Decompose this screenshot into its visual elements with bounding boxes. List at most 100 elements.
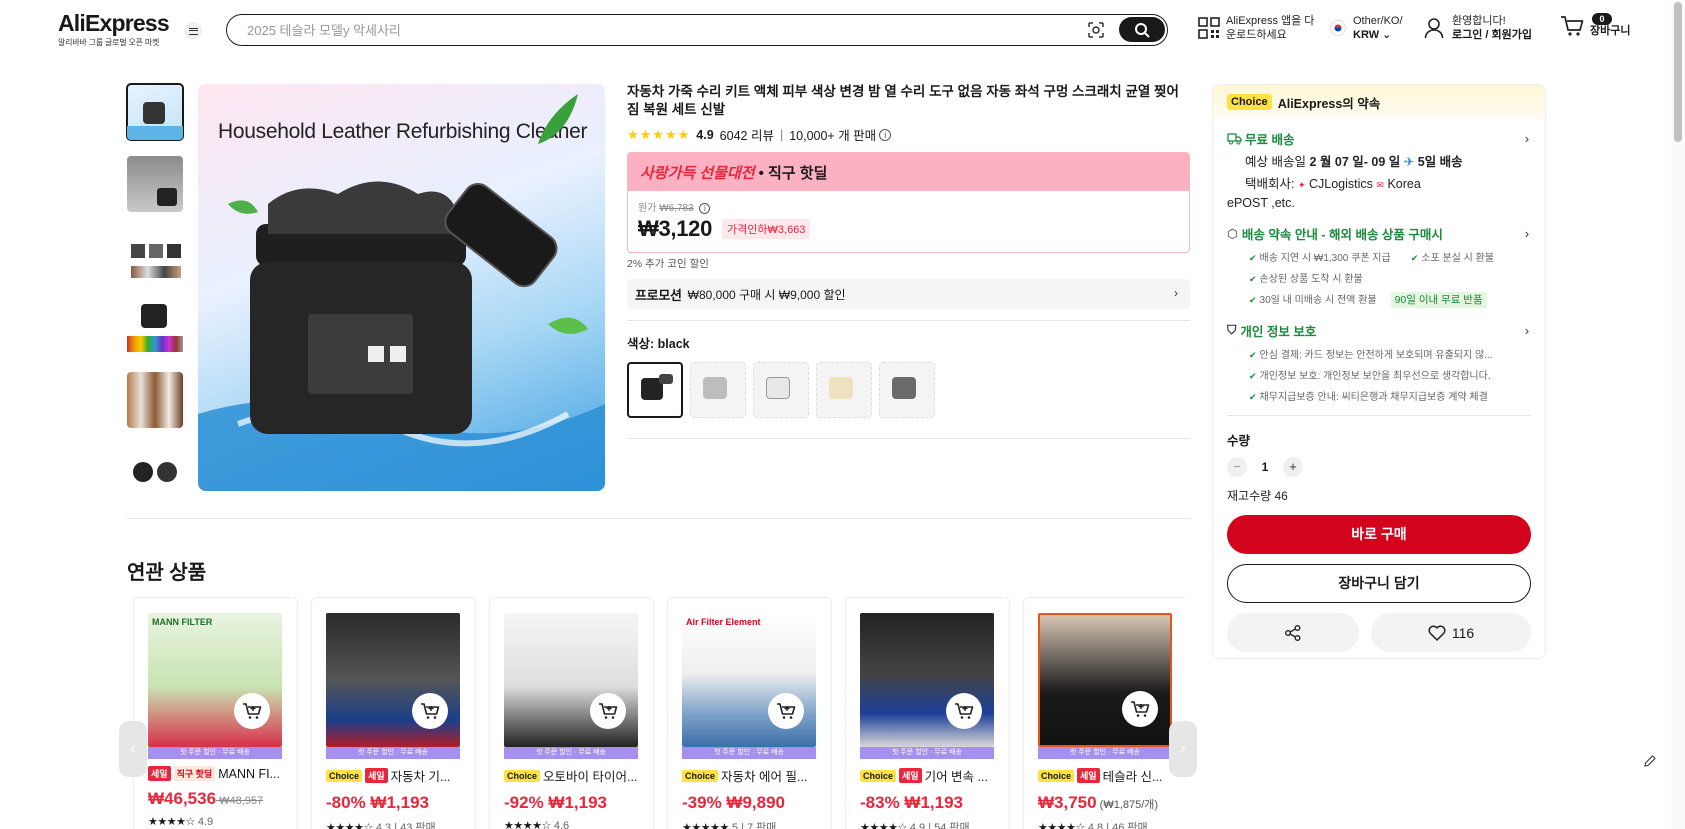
product-card-name-row[interactable]: 세일 직구 핫딜 MANN FI...: [148, 766, 283, 781]
privacy-1: 안심 결제: 카드 정보는 안전하게 보호되며 유출되지 않...: [1259, 350, 1493, 361]
product-card[interactable]: 첫 주문 할인 · 무료 배송 Choice 세일 자동차 기... -80% ₩1,1…: [311, 597, 476, 829]
quantity-value[interactable]: 1: [1247, 460, 1283, 474]
add-to-cart-icon-button[interactable]: [590, 693, 626, 729]
product-card-name[interactable]: MANN FI...: [218, 767, 280, 781]
product-card-rating: ★★★★★ 5 | 7 판매: [682, 819, 817, 829]
review-count[interactable]: 6042 리뷰: [720, 125, 774, 144]
product-card-price: ₩46,536 ₩48,957: [148, 789, 283, 809]
main-product-image[interactable]: Household Leather Refurbishing Cleaner: [198, 84, 605, 491]
product-card-strip: 첫 주문 할인 · 무료 배송: [326, 747, 460, 759]
product-card[interactable]: 첫 주문 할인 · 무료 배송 Choice 세일 테슬라 신... ₩3,750 (₩…: [1023, 597, 1185, 829]
swatch-dark-grey[interactable]: [879, 362, 935, 418]
region-selector[interactable]: Other/KO/ KRW ⌄: [1330, 14, 1403, 42]
thumbnail-1[interactable]: [126, 83, 184, 141]
guarantee-2: 소포 분실 시 환불: [1421, 253, 1494, 264]
product-card-strip: 첫 주문 할인 · 무료 배송: [148, 747, 282, 759]
logo-text[interactable]: AliExpress: [58, 10, 170, 36]
product-card-name-row[interactable]: Choice 세일 기어 변속 ...: [860, 766, 995, 785]
login-signup-link[interactable]: 로그인 / 회원가입: [1452, 28, 1532, 42]
swatch-grey[interactable]: [690, 362, 746, 418]
product-card[interactable]: MANN FILTER 첫 주문 할인 · 무료 배송세일 직구 핫딜 MANN FI…: [133, 597, 298, 829]
product-card-name[interactable]: 자동차 기...: [391, 766, 451, 785]
carousel-prev-button[interactable]: ‹: [119, 721, 147, 777]
check-icon: ✔: [1410, 253, 1419, 263]
thumbnail-4[interactable]: [127, 300, 183, 356]
swatch-black[interactable]: [627, 362, 683, 418]
product-card-name[interactable]: 오토바이 타이어...: [543, 766, 637, 785]
product-card-orig-price: ₩48,957: [216, 795, 264, 807]
product-card-image[interactable]: [504, 613, 638, 747]
add-to-cart-icon-button[interactable]: [946, 693, 982, 729]
carousel-next-button[interactable]: ›: [1169, 721, 1197, 777]
product-card-name[interactable]: 자동차 에어 필...: [721, 766, 807, 785]
product-card[interactable]: 첫 주문 할인 · 무료 배송 Choice 오토바이 타이어... -92% ₩1,…: [489, 597, 654, 829]
info-icon[interactable]: i: [879, 128, 892, 141]
product-card-rating: ★★★★☆ 4.6: [504, 819, 639, 829]
wishlist-button[interactable]: 116: [1371, 613, 1531, 652]
thumbnail-2[interactable]: [127, 156, 183, 212]
image-search-icon[interactable]: [1087, 21, 1105, 39]
cart-plus-icon: [777, 703, 796, 719]
aliexpress-logo[interactable]: AliExpress 알리바바 그룹 글로벌 오픈 마켓: [58, 10, 170, 48]
promotion-row[interactable]: 프로모션 ₩80,000 구매 시 ₩9,000 할인 ›: [627, 279, 1190, 309]
quantity-stepper: − 1 +: [1227, 457, 1531, 477]
add-to-cart-icon-button[interactable]: [768, 693, 804, 729]
product-card-price: -92% ₩1,193: [504, 793, 639, 813]
product-card-image[interactable]: [1038, 613, 1172, 747]
product-card-name-row[interactable]: Choice 세일 테슬라 신...: [1038, 766, 1173, 785]
thumbnail-5[interactable]: [127, 372, 183, 428]
rating-value: 4.9: [194, 816, 214, 828]
shipping-section[interactable]: 무료 배송 › 예상 배송일 2 월 07 일- 09 일 ✈ 5일 배송 택배…: [1213, 129, 1545, 212]
product-card[interactable]: 첫 주문 할인 · 무료 배송 Choice 세일 기어 변속 ... -83% ₩1,…: [845, 597, 1010, 829]
product-card-name-row[interactable]: Choice 자동차 에어 필...: [682, 766, 817, 785]
product-jar-illustration: [198, 94, 605, 491]
price-info-icon[interactable]: i: [699, 203, 711, 214]
product-card[interactable]: Air Filter Element 첫 주문 할인 · 무료 배송 Choice 자…: [667, 597, 832, 829]
chevron-right-icon: ›: [1180, 740, 1186, 757]
product-card-image[interactable]: MANN FILTER: [148, 613, 282, 747]
scrollbar-thumb[interactable]: [1674, 2, 1682, 142]
search-input[interactable]: [247, 22, 1067, 38]
quantity-decrease-button[interactable]: −: [1227, 457, 1247, 477]
product-card-name[interactable]: 기어 변속 ...: [925, 766, 988, 785]
account-menu[interactable]: 환영합니다! 로그인 / 회원가입: [1424, 14, 1532, 42]
rating-row[interactable]: ★★★★★ 4.9 6042 리뷰 | 10,000+ 개 판매 i: [627, 125, 1190, 144]
sale-banner-title: 사랑가득 선물대전: [640, 164, 755, 182]
add-to-cart-button[interactable]: 장바구니 담기: [1227, 564, 1531, 603]
original-price-row: 원가 ₩6,783 i: [638, 199, 1179, 214]
add-to-cart-icon-button[interactable]: [234, 693, 270, 729]
swatch-white[interactable]: [753, 362, 809, 418]
quantity-increase-button[interactable]: +: [1283, 457, 1303, 477]
welcome-text: 환영합니다!: [1452, 15, 1506, 27]
product-card-image[interactable]: [326, 613, 460, 747]
app-download-line1: AliExpress 앱을 다: [1226, 15, 1315, 27]
product-card-image[interactable]: [860, 613, 994, 747]
product-tag: 직구 핫딜: [173, 766, 216, 781]
product-tag: Choice: [682, 769, 719, 782]
feedback-button[interactable]: [1638, 749, 1662, 773]
share-button[interactable]: [1227, 613, 1359, 652]
product-tag: 세일: [148, 766, 171, 781]
swatch-beige[interactable]: [816, 362, 872, 418]
buy-now-button[interactable]: 바로 구매: [1227, 515, 1531, 554]
search-button[interactable]: [1119, 17, 1165, 42]
category-menu-button[interactable]: [184, 22, 202, 40]
product-card-price: -83% ₩1,193: [860, 793, 995, 813]
chevron-right-icon: ›: [1524, 323, 1529, 338]
product-tag: Choice: [326, 769, 363, 782]
product-card-price-value: ₩3,750: [1038, 793, 1097, 812]
product-card-name-row[interactable]: Choice 오토바이 타이어...: [504, 766, 639, 785]
privacy-section[interactable]: ⛉ 개인 정보 보호 › ✔ 안심 결제: 카드 정보는 안전하게 보호되며 유출…: [1213, 321, 1545, 403]
product-card-name[interactable]: 테슬라 신...: [1103, 766, 1163, 785]
page-scrollbar[interactable]: [1671, 0, 1685, 829]
product-card-name-row[interactable]: Choice 세일 자동차 기...: [326, 766, 461, 785]
thumbnail-3[interactable]: [127, 228, 183, 284]
promotion-text: ₩80,000 구매 시 ₩9,000 할인: [687, 287, 846, 302]
product-card-image[interactable]: Air Filter Element: [682, 613, 816, 747]
thumbnail-6[interactable]: [127, 444, 183, 500]
rating-stars: ★★★★★: [627, 126, 691, 142]
add-to-cart-icon-button[interactable]: [1122, 691, 1158, 727]
delivery-guarantee-section[interactable]: ⬡ 배송 약속 안내 - 해외 배송 상품 구매시 › ✔ 배송 지연 시 ₩1,…: [1213, 224, 1545, 308]
app-download-link[interactable]: AliExpress 앱을 다 운로드하세요: [1198, 14, 1314, 42]
add-to-cart-icon-button[interactable]: [412, 693, 448, 729]
